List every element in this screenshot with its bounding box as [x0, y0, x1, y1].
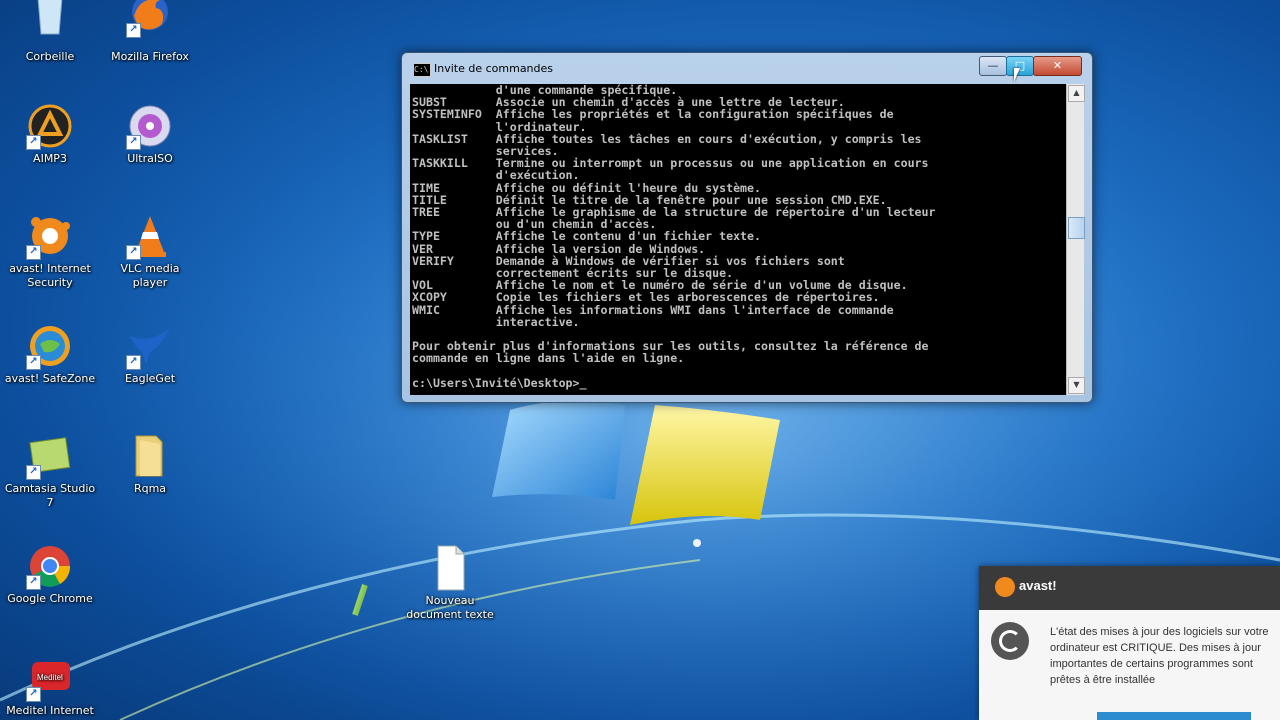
popup-action-button[interactable] [1097, 712, 1251, 720]
eagle-icon: ↗ [126, 322, 174, 370]
desktop-icon-firefox[interactable]: ↗ Mozilla Firefox [102, 0, 198, 64]
folder-icon [126, 432, 174, 480]
shortcut-arrow-icon: ↗ [26, 355, 41, 370]
svg-text:Meditel: Meditel [37, 673, 63, 682]
icon-label: VLC media player [120, 262, 180, 289]
icon-label: Camtasia Studio 7 [4, 482, 96, 509]
minimize-button[interactable]: — [979, 56, 1007, 76]
desktop-icon-ultraiso[interactable]: ↗ UltraISO [102, 102, 198, 166]
icon-label: Google Chrome [7, 592, 93, 605]
console-text: d'une commande spécifique. SUBST Associe… [412, 84, 936, 390]
desktop-icon-folder[interactable]: Rqma [102, 432, 198, 496]
firefox-icon: ↗ [126, 0, 174, 38]
shortcut-arrow-icon: ↗ [26, 575, 41, 590]
icon-label: AIMP3 [33, 152, 67, 165]
icon-label: Meditel Internet [6, 704, 94, 717]
desktop-icon-camtasia[interactable]: ↗ Camtasia Studio 7 [2, 432, 98, 510]
popup-header: avast! [979, 566, 1280, 610]
aimp-icon: ↗ [26, 102, 74, 150]
desktop-icon-vlc[interactable]: ↗ VLC media player [102, 212, 198, 290]
window-title: Invite de commandes [434, 62, 554, 75]
shortcut-arrow-icon: ↗ [126, 355, 141, 370]
icon-label: avast! SafeZone [4, 372, 96, 385]
desktop-icon-text-document[interactable]: Nouveau document texte [402, 544, 498, 622]
desktop-icon-eagleget[interactable]: ↗ EagleGet [102, 322, 198, 386]
close-button[interactable]: ✕ [1033, 56, 1082, 76]
icon-label: Corbeille [25, 50, 75, 63]
text-document-icon [426, 544, 474, 592]
refresh-icon [991, 622, 1029, 660]
icon-label: EagleGet [124, 372, 176, 385]
console-output[interactable]: d'une commande spécifique. SUBST Associe… [410, 84, 1066, 395]
avast-notification-popup[interactable]: avast! L'état des mises à jour des logic… [979, 566, 1280, 720]
maximize-button[interactable]: □ [1006, 56, 1034, 76]
scroll-down-arrow-icon[interactable]: ▼ [1068, 377, 1085, 394]
desktop-icon-safezone[interactable]: ↗ avast! SafeZone [2, 322, 98, 386]
icon-label: Nouveau document texte [406, 594, 494, 621]
icon-label: Mozilla Firefox [111, 50, 189, 63]
mouse-cursor-icon [1014, 68, 1020, 82]
meditel-icon: Meditel ↗ [26, 654, 74, 702]
desktop-icon-avast[interactable]: ↗ avast! Internet Security [2, 212, 98, 290]
camtasia-icon: ↗ [26, 432, 74, 480]
popup-content: L'état des mises à jour des logiciels su… [979, 610, 1280, 720]
shortcut-arrow-icon: ↗ [126, 23, 141, 38]
icon-label: UltraISO [127, 152, 173, 165]
chrome-icon: ↗ [26, 542, 74, 590]
recycle-bin-icon [26, 0, 74, 38]
shortcut-arrow-icon: ↗ [26, 687, 41, 702]
desktop-icon-meditel[interactable]: Meditel ↗ Meditel Internet [2, 654, 98, 718]
shortcut-arrow-icon: ↗ [26, 465, 41, 480]
disc-icon: ↗ [126, 102, 174, 150]
vlc-cone-icon: ↗ [126, 212, 174, 260]
window-titlebar[interactable]: C:\ Invite de commandes — □ ✕ [402, 53, 1092, 83]
avast-brand: avast! [1019, 578, 1057, 593]
cmd-app-icon: C:\ [413, 63, 431, 77]
popup-message: L'état des mises à jour des logiciels su… [1050, 626, 1269, 686]
shortcut-arrow-icon: ↗ [126, 135, 141, 150]
icon-label: avast! Internet Security [9, 262, 91, 289]
avast-icon: ↗ [26, 212, 74, 260]
command-prompt-window[interactable]: C:\ Invite de commandes — □ ✕ d'une comm… [401, 52, 1093, 403]
shortcut-arrow-icon: ↗ [26, 245, 41, 260]
avast-logo-icon [995, 577, 1015, 597]
shortcut-arrow-icon: ↗ [126, 245, 141, 260]
vertical-scrollbar[interactable]: ▲ ▼ [1066, 84, 1085, 395]
desktop-icon-aimp[interactable]: ↗ AIMP3 [2, 102, 98, 166]
globe-icon: ↗ [26, 322, 74, 370]
desktop-icon-chrome[interactable]: ↗ Google Chrome [2, 542, 98, 606]
shortcut-arrow-icon: ↗ [26, 135, 41, 150]
desktop-icon-recycle-bin[interactable]: Corbeille [2, 0, 98, 64]
scroll-up-arrow-icon[interactable]: ▲ [1068, 85, 1085, 102]
icon-label: Rqma [133, 482, 167, 495]
scrollbar-thumb[interactable] [1068, 217, 1085, 239]
